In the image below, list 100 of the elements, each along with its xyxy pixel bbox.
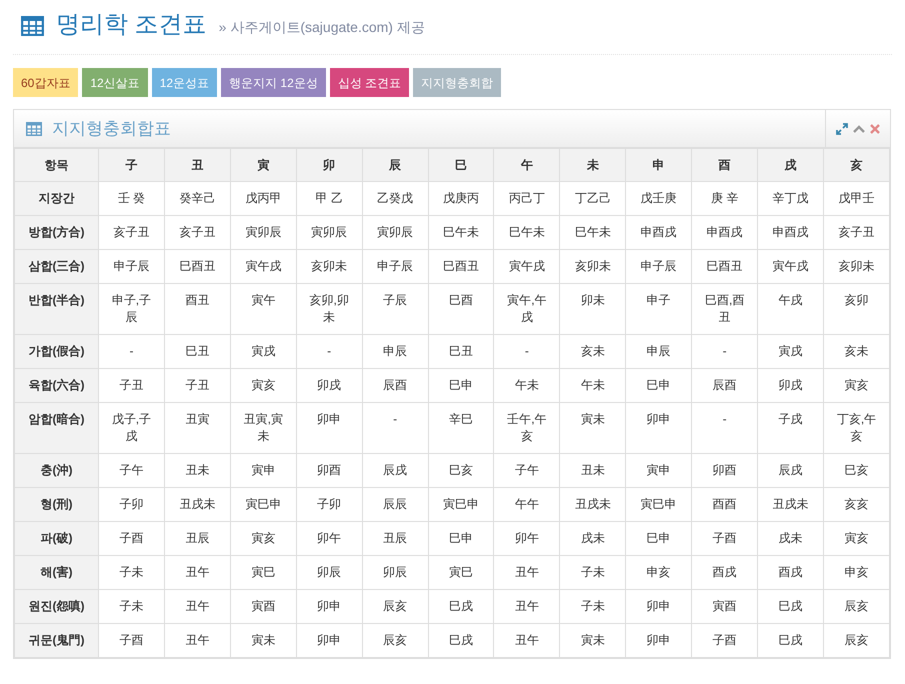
table-cell: 辰戌 [362, 454, 428, 488]
table-cell: 寅巳申 [230, 488, 296, 522]
table-cell: 子酉 [98, 522, 164, 556]
table-cell: 丑未 [560, 454, 626, 488]
column-header: 卯 [296, 148, 362, 182]
table-cell: 寅戌 [758, 334, 824, 368]
row-header: 암합(暗合) [14, 402, 98, 454]
table-cell: 丑戌未 [758, 488, 824, 522]
table-cell: 寅酉 [692, 590, 758, 624]
table-cell: 亥卯未 [823, 250, 890, 284]
table-cell: 丑寅 [164, 402, 230, 454]
row-header: 반합(半合) [14, 284, 98, 334]
table-cell: 亥未 [823, 334, 890, 368]
table-cell: 寅巳 [428, 556, 494, 590]
table-cell: 申亥 [823, 556, 890, 590]
table-cell: 酉酉 [692, 488, 758, 522]
table-cell: 寅午,午戌 [494, 284, 560, 334]
close-icon[interactable] [870, 124, 880, 134]
table-cell: 寅戌 [230, 334, 296, 368]
table-cell: 丑午 [494, 624, 560, 658]
table-cell: 寅未 [560, 624, 626, 658]
table-cell: 申子辰 [626, 250, 692, 284]
expand-icon[interactable] [836, 122, 848, 134]
table-cell: 巳酉丑 [428, 250, 494, 284]
table-cell: 卯辰 [296, 556, 362, 590]
table-cell: 巳戌 [428, 590, 494, 624]
table-cell: 卯辰 [362, 556, 428, 590]
table-cell: 寅午 [230, 284, 296, 334]
table-cell: 亥卯未 [560, 250, 626, 284]
table-cell: 丁亥,午亥 [823, 402, 890, 454]
tab-button[interactable]: 60갑자표 [13, 68, 78, 97]
table-cell: 子酉 [692, 624, 758, 658]
table-cell: 辰戌 [758, 454, 824, 488]
table-cell: 丁乙己 [560, 182, 626, 216]
panel-title: 지지형충회합표 [52, 118, 171, 140]
column-header: 戌 [758, 148, 824, 182]
collapse-icon[interactable] [853, 124, 865, 134]
table-cell: 申亥 [626, 556, 692, 590]
table-cell: 寅酉 [230, 590, 296, 624]
table-cell: 戊丙甲 [230, 182, 296, 216]
table-cell: 亥卯未 [296, 250, 362, 284]
table-cell: 寅未 [230, 624, 296, 658]
table-cell: 丑午 [164, 556, 230, 590]
table-cell: 子卯 [296, 488, 362, 522]
table-cell: 午未 [494, 368, 560, 402]
tab-button[interactable]: 12신살표 [82, 68, 148, 97]
table-cell: 卯申 [626, 402, 692, 454]
table-cell: 酉丑 [164, 284, 230, 334]
table-cell: 寅卯辰 [296, 216, 362, 250]
table-cell: 戌未 [758, 522, 824, 556]
tab-button[interactable]: 행운지지 12운성 [221, 68, 326, 97]
table-cell: 巳申 [626, 522, 692, 556]
table-cell: 戊子,子戌 [98, 402, 164, 454]
row-header: 육합(六合) [14, 368, 98, 402]
table-cell: 寅巳申 [626, 488, 692, 522]
table-cell: 寅亥 [823, 522, 890, 556]
table-cell: 子未 [560, 590, 626, 624]
column-header: 申 [626, 148, 692, 182]
table-cell: 巳午未 [428, 216, 494, 250]
table-cell: 寅申 [230, 454, 296, 488]
table-cell: 申辰 [626, 334, 692, 368]
table-cell: 寅巳申 [428, 488, 494, 522]
table-cell: 寅巳 [230, 556, 296, 590]
table-cell: 亥卯 [823, 284, 890, 334]
table-cell: 巳酉,酉丑 [692, 284, 758, 334]
table-cell: 辰亥 [362, 624, 428, 658]
row-header: 원진(怨嗔) [14, 590, 98, 624]
table-cell: 午未 [560, 368, 626, 402]
table-cell: 辰亥 [823, 590, 890, 624]
row-header: 가합(假合) [14, 334, 98, 368]
table-cell: 寅卯辰 [362, 216, 428, 250]
page-title: 명리학 조견표 [56, 10, 207, 40]
table-icon [26, 122, 42, 136]
tab-button[interactable]: 12운성표 [152, 68, 218, 97]
table-cell: 辛巳 [428, 402, 494, 454]
table-cell: 巳酉丑 [164, 250, 230, 284]
table-cell: 戊壬庚 [626, 182, 692, 216]
table-cell: 丑辰 [362, 522, 428, 556]
table-cell: 辰酉 [362, 368, 428, 402]
table-cell: 乙癸戊 [362, 182, 428, 216]
table-cell: 卯戌 [758, 368, 824, 402]
table-cell: 亥子丑 [823, 216, 890, 250]
table-cell: 酉戌 [692, 556, 758, 590]
table-cell: 子酉 [98, 624, 164, 658]
table-cell: 卯申 [296, 402, 362, 454]
column-header: 巳 [428, 148, 494, 182]
table-cell: 辰亥 [362, 590, 428, 624]
row-header: 해(害) [14, 556, 98, 590]
table-cell: 子未 [98, 556, 164, 590]
table-cell: 巳丑 [164, 334, 230, 368]
table-cell: 巳酉 [428, 284, 494, 334]
table-cell: 子丑 [98, 368, 164, 402]
tab-button[interactable]: 십성 조견표 [330, 68, 410, 97]
row-header: 귀문(鬼門) [14, 624, 98, 658]
table-cell: 申子 [626, 284, 692, 334]
table-cell: 寅亥 [230, 368, 296, 402]
tab-button[interactable]: 지지형충회합 [413, 68, 502, 97]
table-cell: 巳午未 [560, 216, 626, 250]
table-cell: 子戌 [758, 402, 824, 454]
table-cell: 申酉戌 [626, 216, 692, 250]
